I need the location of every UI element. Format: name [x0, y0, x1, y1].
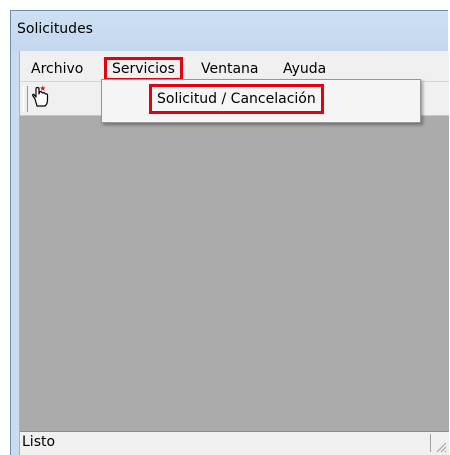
status-bar: Listo — [20, 431, 449, 455]
window-title: Solicitudes — [17, 21, 93, 37]
resize-grip-icon[interactable] — [435, 441, 447, 453]
app-window: Solicitudes Archivo Servicios Ventana Ay… — [10, 10, 449, 455]
menu-ayuda[interactable]: Ayuda — [278, 57, 331, 81]
title-bar[interactable]: Solicitudes — [11, 11, 448, 51]
menu-item-solicitud-cancelacion[interactable]: Solicitud / Cancelación — [149, 84, 324, 114]
menu-archivo[interactable]: Archivo — [26, 57, 88, 81]
menu-ventana[interactable]: Ventana — [196, 57, 264, 81]
menu-servicios[interactable]: Servicios — [104, 57, 183, 81]
menu-bar: Archivo Servicios Ventana Ayuda — [20, 57, 449, 81]
toolbar-solicitud-button[interactable] — [28, 85, 54, 111]
status-text: Listo — [22, 434, 56, 450]
mdi-workspace[interactable] — [20, 116, 449, 431]
servicios-dropdown-menu: Solicitud / Cancelación — [101, 79, 421, 123]
hand-pointer-icon — [32, 85, 49, 107]
